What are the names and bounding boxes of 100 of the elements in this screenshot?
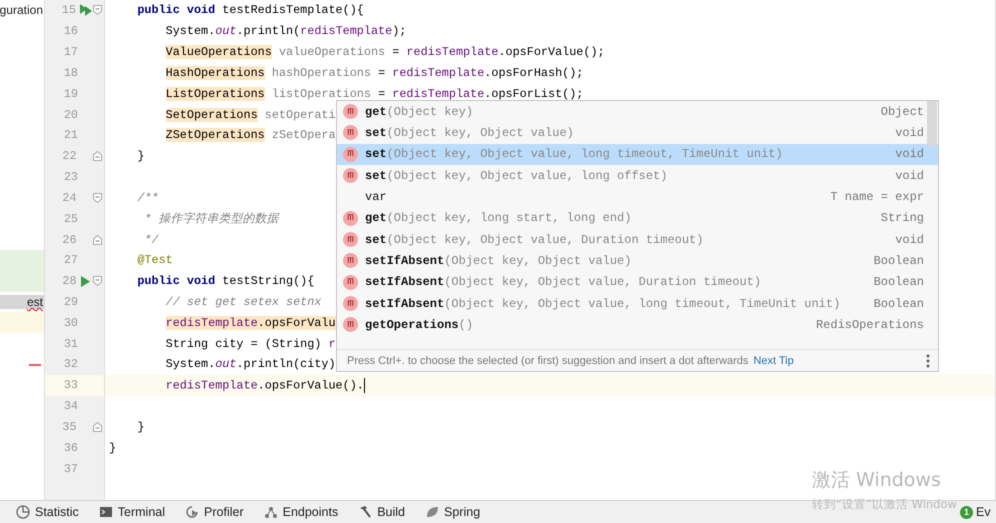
tree-item[interactable]: guration <box>0 3 44 18</box>
return-type: Boolean <box>874 275 924 290</box>
method-signature: set(Object key, Object value, long offset) <box>365 168 668 183</box>
method-signature: set(Object key, Object value, long timeout, TimeUnit unit) <box>365 147 783 162</box>
method-signature: getOperations() <box>365 318 474 332</box>
line-number: 16 <box>62 24 78 38</box>
tool-window-button[interactable]: Statistic <box>16 505 79 519</box>
changed-row-band <box>0 312 44 334</box>
line-number: 20 <box>62 108 78 122</box>
fold-icon[interactable] <box>93 422 102 432</box>
line-number: 17 <box>62 45 78 60</box>
suggestion-item[interactable]: m set(Object key, Object value, long offset) void <box>337 164 938 186</box>
line-number: 26 <box>61 232 77 247</box>
suggestion-item[interactable]: m setIfAbsent(Object key, Object value) Boolean <box>337 250 938 272</box>
suggestion-item[interactable]: m setIfAbsent(Object key, Object value, Duration timeout) Boolean <box>337 272 938 293</box>
line-number: 27 <box>62 253 78 268</box>
return-type: void <box>895 232 924 247</box>
return-type: void <box>895 147 924 162</box>
line-number: 24 <box>61 190 77 205</box>
tool-window-button[interactable]: Endpoints <box>264 505 338 519</box>
method-signature: setIfAbsent(Object key, Object value, long timeout, TimeUnit unit) <box>365 296 840 311</box>
method-icon: m <box>343 274 358 290</box>
suggestion-item[interactable]: m get(Object key) Object <box>337 101 938 122</box>
code-line: ValueOperations valueOperations = redisTemplate.opsForValue(); <box>164 45 605 60</box>
fold-icon[interactable] <box>93 151 102 162</box>
fold-icon[interactable] <box>93 276 102 286</box>
suggestion-item[interactable]: m set(Object key, Object value, long timeout, TimeUnit unit) void <box>337 144 938 165</box>
code-line: public void testRedisTemplate(){ <box>136 3 364 18</box>
suggestion-item[interactable]: m set(Object key, Object value, Duration timeout) void <box>337 228 938 250</box>
suggestion-item[interactable]: m setIfAbsent(Object key, Object value, long timeout, TimeUnit unit) Boolean <box>337 292 938 314</box>
return-type: RedisOperations <box>816 318 924 332</box>
terminal-icon <box>98 505 113 519</box>
tool-window-button[interactable]: Build <box>358 505 406 519</box>
next-tip-link[interactable]: Next Tip <box>753 354 794 366</box>
method-icon: m <box>343 104 358 120</box>
suggestion-item[interactable]: m getOperations() RedisOperations <box>337 314 938 336</box>
code-line: */ <box>143 232 159 247</box>
code-line: SetOperations setOperati <box>164 108 336 122</box>
code-line: /** <box>136 190 159 205</box>
run-icon[interactable] <box>80 276 90 287</box>
return-type: void <box>895 168 924 183</box>
line-number: 34 <box>62 399 78 414</box>
line-number: 15 <box>60 3 76 18</box>
activation-title: 激活 Windows <box>812 468 942 493</box>
code-line: ListOperations listOperations = redisTemplate.opsForList(); <box>164 86 584 101</box>
tool-window-button[interactable]: Profiler <box>185 505 244 519</box>
method-icon: m <box>343 168 358 184</box>
line-number: 23 <box>62 170 78 184</box>
code-line: public void testString(){ <box>136 274 314 288</box>
method-icon: m <box>343 125 358 140</box>
template-name: var <box>365 190 387 204</box>
code-line: * 操作字符串类型的数据 <box>143 210 279 227</box>
event-log-button[interactable]: 1 Ev <box>960 505 991 519</box>
code-line: redisTemplate.opsForValu <box>164 316 336 330</box>
return-type: String <box>880 211 924 226</box>
method-icon: m <box>343 317 358 332</box>
fold-icon[interactable] <box>93 234 102 245</box>
fold-icon[interactable] <box>93 192 102 203</box>
line-number: 30 <box>62 316 78 330</box>
return-type: void <box>895 126 924 140</box>
method-icon: m <box>343 253 358 268</box>
hammer-icon <box>358 505 372 519</box>
gauge-icon <box>185 505 200 519</box>
scrollbar[interactable] <box>927 101 937 146</box>
code-line: String city = (String) r <box>164 336 336 351</box>
count-badge: 1 <box>960 506 973 518</box>
code-line: HashOperations hashOperations = redisTemplate.opsForHash(); <box>164 66 584 80</box>
line-number: 31 <box>62 336 78 351</box>
code-line: } <box>136 149 144 164</box>
line-number: 22 <box>61 149 77 164</box>
method-signature: get(Object key) <box>365 104 474 119</box>
nodes-icon <box>264 505 278 519</box>
return-type: Boolean <box>874 296 924 311</box>
suggestion-item[interactable]: m get(Object key, long start, long end) String <box>337 208 938 229</box>
return-type: Object <box>880 104 924 119</box>
return-type: T name = expr <box>830 190 924 204</box>
activation-subtitle: 转到“设置”以激活 Window <box>812 497 957 512</box>
changed-rows-band <box>0 250 44 292</box>
method-icon: m <box>343 232 358 248</box>
line-number: 21 <box>62 128 78 142</box>
leaf-icon <box>425 505 440 519</box>
tool-window-button[interactable]: Spring <box>425 505 480 519</box>
method-signature: get(Object key, long start, long end) <box>365 211 632 226</box>
line-number: 37 <box>62 462 78 476</box>
code-line: @Test <box>136 253 173 268</box>
run-icon[interactable] <box>79 4 93 16</box>
code-line: } <box>109 440 116 455</box>
line-number: 29 <box>62 295 78 309</box>
suggestion-item[interactable]: var T name = expr <box>337 186 938 208</box>
line-number: 35 <box>61 420 77 434</box>
method-icon: m <box>343 296 358 312</box>
code-line: } <box>136 420 144 434</box>
more-icon[interactable] <box>926 354 930 368</box>
line-number: 36 <box>62 440 78 455</box>
tree-item[interactable]: est <box>0 295 44 310</box>
return-type: Boolean <box>874 254 924 268</box>
hint-text: Press Ctrl+. to choose the selected (or first) suggestion and insert a dot afterwards <box>347 354 748 366</box>
tool-window-button[interactable]: Terminal <box>98 505 166 519</box>
fold-icon[interactable] <box>93 5 102 16</box>
suggestion-item[interactable]: m set(Object key, Object value) void <box>337 122 938 144</box>
